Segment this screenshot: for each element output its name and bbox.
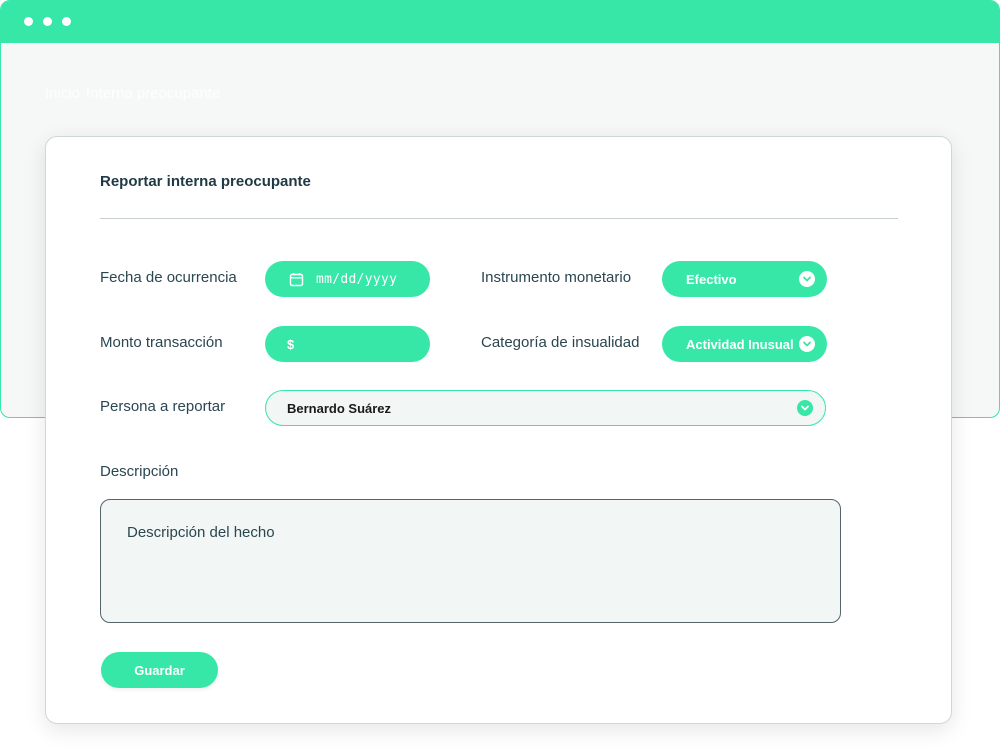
chevron-down-icon xyxy=(799,271,815,287)
category-value: Actividad Inusual xyxy=(686,336,794,352)
date-placeholder: mm/dd/yyyy xyxy=(316,271,398,287)
category-select[interactable]: Actividad Inusual xyxy=(662,326,827,362)
person-select[interactable]: Bernardo Suárez xyxy=(265,390,826,426)
window-dot-icon xyxy=(24,17,33,26)
currency-prefix: $ xyxy=(287,336,295,352)
breadcrumb-home[interactable]: Inicio xyxy=(45,85,80,102)
date-input[interactable]: mm/dd/yyyy xyxy=(265,261,430,297)
description-placeholder: Descripción del hecho xyxy=(127,524,275,541)
description-textarea[interactable]: Descripción del hecho xyxy=(100,499,841,623)
browser-title-bar xyxy=(1,1,999,43)
amount-input[interactable]: $ xyxy=(265,326,430,362)
chevron-down-icon xyxy=(799,336,815,352)
category-label: Categoría de insualidad xyxy=(481,334,640,351)
calendar-icon xyxy=(289,272,304,287)
breadcrumb: Inicio Interna preocupante xyxy=(45,85,226,102)
window-dot-icon xyxy=(62,17,71,26)
report-form-card: Reportar interna preocupante Fecha de oc… xyxy=(45,136,952,724)
divider xyxy=(100,218,898,219)
save-button[interactable]: Guardar xyxy=(101,652,218,688)
person-label: Persona a reportar xyxy=(100,398,226,415)
date-label: Fecha de ocurrencia xyxy=(100,269,237,286)
chevron-down-icon xyxy=(797,400,813,416)
instrument-value: Efectivo xyxy=(686,271,737,287)
amount-label: Monto transacción xyxy=(100,334,223,351)
instrument-select[interactable]: Efectivo xyxy=(662,261,827,297)
form-title: Reportar interna preocupante xyxy=(100,173,311,190)
description-label: Descripción xyxy=(100,463,179,480)
instrument-label: Instrumento monetario xyxy=(481,269,632,286)
person-value: Bernardo Suárez xyxy=(287,400,392,416)
breadcrumb-current: Interna preocupante xyxy=(86,85,221,102)
window-dot-icon xyxy=(43,17,52,26)
